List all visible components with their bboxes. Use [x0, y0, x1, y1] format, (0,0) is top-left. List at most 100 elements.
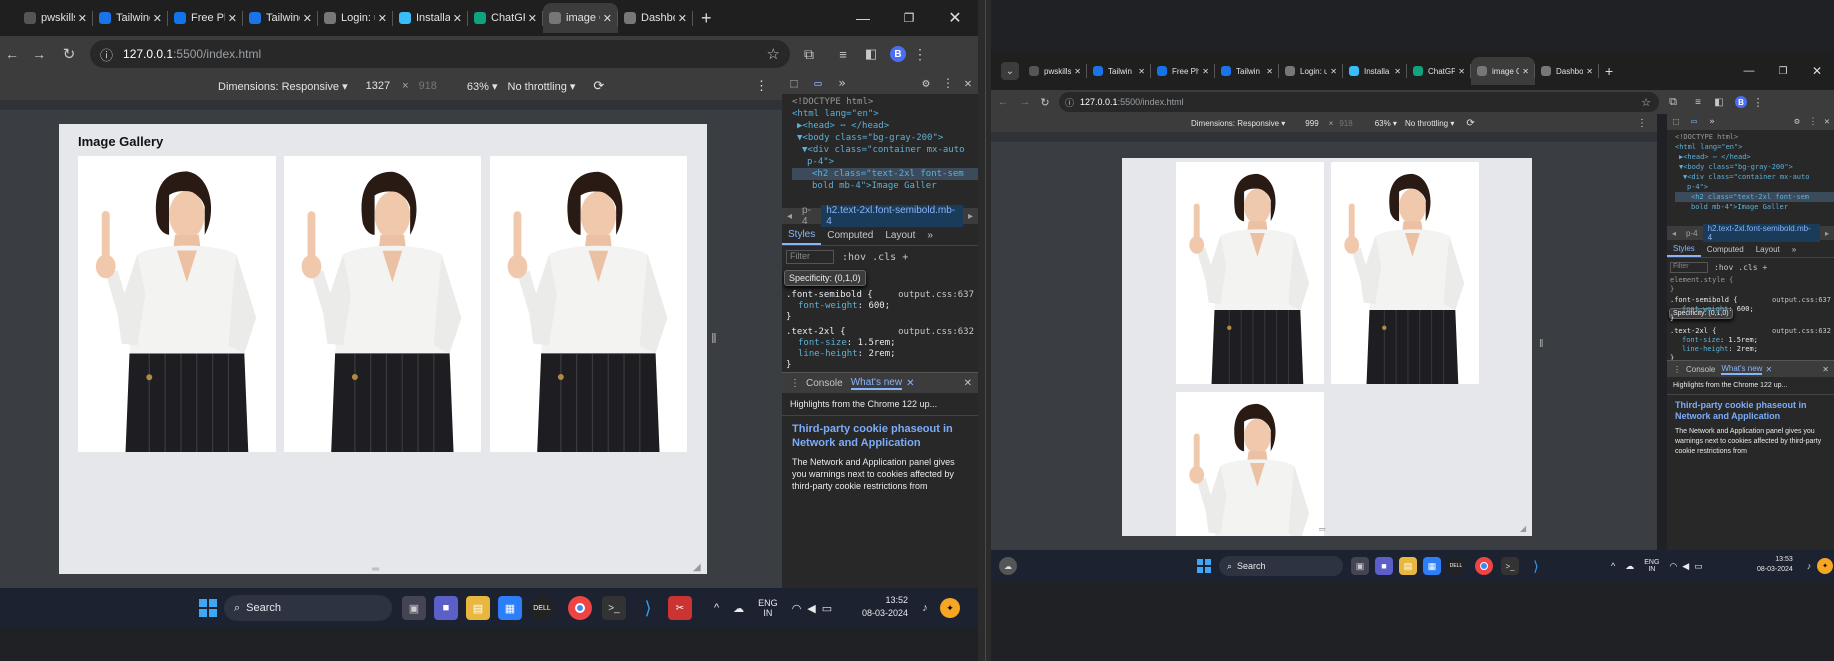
throttle-select-right[interactable]: No throttling ▾: [1405, 119, 1454, 128]
dimensions-select[interactable]: Dimensions: Responsive ▾: [218, 80, 348, 93]
corner-resize-handle[interactable]: ◢: [693, 562, 701, 573]
crumb-item[interactable]: p-4: [1681, 229, 1703, 238]
crumb-right-arrow[interactable]: ▸: [1820, 229, 1834, 238]
cls-toggle[interactable]: .cls: [872, 252, 896, 263]
new-tab-button[interactable]: +: [701, 8, 712, 29]
wifi-icon[interactable]: ◠: [792, 602, 802, 615]
terminal-icon[interactable]: >_: [602, 596, 626, 620]
file-explorer-icon-right[interactable]: ▤: [1399, 557, 1417, 575]
right-tab-1[interactable]: pwskills ✕: [1023, 57, 1087, 85]
vscode-icon-right[interactable]: ⟩: [1527, 557, 1545, 575]
crumb-item[interactable]: h2.text-2xl.font-semibold.mb-4: [821, 205, 963, 227]
dom-node[interactable]: bold mb-4">Image Galler: [792, 180, 978, 192]
drawer-close-icon[interactable]: ✕: [964, 378, 972, 389]
zoom-select-right[interactable]: 63% ▾: [1375, 119, 1397, 128]
tab-close-icon[interactable]: ✕: [78, 12, 87, 25]
device-options-icon-right[interactable]: ⋮: [1637, 118, 1647, 129]
close-window-button[interactable]: ✕: [932, 0, 978, 36]
minimize-button[interactable]: —: [840, 0, 886, 36]
dom-node[interactable]: <html lang="en">: [1675, 142, 1834, 152]
zoom-select[interactable]: 63% ▾: [467, 80, 498, 93]
right-tab-close-icon[interactable]: ✕: [1074, 67, 1081, 76]
rule-source-link[interactable]: output.css:637: [1772, 296, 1831, 305]
right-tab-close-icon[interactable]: ✕: [1266, 67, 1273, 76]
windows-start-icon[interactable]: [196, 596, 220, 620]
address-bar-right[interactable]: ⓘ 127.0.0.1:5500/index.html ☆: [1059, 92, 1659, 112]
taskbar-search-right[interactable]: ⌕ Search: [1219, 556, 1343, 576]
width-input[interactable]: 1327: [366, 80, 390, 92]
corner-resize-handle-right[interactable]: ◢: [1520, 524, 1526, 533]
filter-input-right[interactable]: Filter: [1670, 261, 1708, 273]
chrome-icon[interactable]: [568, 596, 592, 620]
crumb-left-arrow[interactable]: ◂: [1667, 229, 1681, 238]
whats-new-close-icon[interactable]: ✕: [906, 378, 914, 389]
css-property[interactable]: font-weight: [1682, 305, 1728, 313]
rotate-icon[interactable]: ⟳: [593, 78, 604, 94]
side-panel-icon-right[interactable]: ◧: [1709, 90, 1729, 114]
battery-icon-right[interactable]: ▭: [1694, 561, 1703, 572]
device-options-icon[interactable]: ⋮: [755, 78, 768, 94]
styles-tab-styles[interactable]: Styles: [1667, 242, 1701, 257]
minimize-button-right[interactable]: —: [1732, 52, 1766, 90]
tab-8[interactable]: image G✕: [543, 3, 618, 33]
cls-toggle-right[interactable]: .cls: [1738, 263, 1757, 272]
device-toggle-icon-right[interactable]: ▭: [1685, 117, 1703, 127]
styles-tab-layout[interactable]: Layout: [1750, 242, 1786, 257]
drawer-tab-whats-new[interactable]: What's new: [850, 377, 903, 390]
right-tab-close-icon[interactable]: ✕: [1586, 67, 1593, 76]
extensions-icon[interactable]: ⧉: [790, 36, 828, 72]
battery-icon[interactable]: ▭: [822, 602, 832, 615]
rule-source-link[interactable]: output.css:637: [898, 290, 974, 301]
inspect-icon[interactable]: ⬚: [782, 76, 806, 90]
file-explorer-icon[interactable]: ▤: [466, 596, 490, 620]
close-window-button-right[interactable]: ✕: [1800, 52, 1834, 90]
right-tab-9[interactable]: Dashbo ✕: [1535, 57, 1599, 85]
right-tab-close-icon[interactable]: ✕: [1138, 67, 1145, 76]
store-icon-right[interactable]: ▦: [1423, 557, 1441, 575]
restore-button-right[interactable]: ❐: [1766, 52, 1800, 90]
throttle-select[interactable]: No throttling ▾: [508, 80, 576, 93]
crumb-item[interactable]: h2.text-2xl.font-semibold.mb-4: [1702, 224, 1820, 242]
task-view-icon[interactable]: ▣: [402, 596, 426, 620]
dom-node[interactable]: bold mb-4">Image Galler: [1675, 202, 1834, 212]
dom-node[interactable]: <!DOCTYPE html>: [792, 96, 978, 108]
chrome-menu-icon[interactable]: ⋮: [906, 36, 934, 72]
taskbar-clock[interactable]: 13:52 08-03-2024: [862, 594, 908, 620]
tab-close-icon[interactable]: ✕: [528, 12, 537, 25]
store-icon[interactable]: ▦: [498, 596, 522, 620]
right-tab-2[interactable]: Tailwin ✕: [1087, 57, 1151, 85]
onedrive-icon-right[interactable]: ☁: [1625, 561, 1634, 572]
windows-start-icon-right[interactable]: [1195, 557, 1213, 575]
language-indicator-right[interactable]: ENG IN: [1644, 559, 1659, 573]
taskbar-search[interactable]: ⌕ Search: [224, 595, 392, 621]
right-resize-handle-right[interactable]: ‖: [1539, 338, 1544, 350]
crumb-right-arrow[interactable]: ▸: [963, 211, 978, 222]
profile-avatar-right[interactable]: B: [1735, 96, 1747, 108]
back-icon[interactable]: ←: [0, 36, 24, 72]
task-view-icon-right[interactable]: ▣: [1351, 557, 1369, 575]
rotate-icon-right[interactable]: ⟳: [1466, 118, 1474, 129]
css-value[interactable]: 2rem;: [868, 349, 895, 359]
vscode-icon[interactable]: ⟩: [636, 596, 660, 620]
dell-icon[interactable]: DELL: [530, 596, 554, 620]
address-bar[interactable]: ⓘ 127.0.0.1:5500/index.html ☆: [90, 40, 790, 68]
extensions-icon-right[interactable]: ⧉: [1659, 90, 1687, 114]
tab-close-icon[interactable]: ✕: [378, 12, 387, 25]
bottom-resize-handle[interactable]: ═: [372, 564, 379, 574]
tab-close-icon[interactable]: ✕: [603, 12, 612, 25]
forward-icon-right[interactable]: →: [1015, 90, 1035, 114]
height-input-right[interactable]: 918: [1339, 119, 1352, 128]
drawer-tab-whats-new-right[interactable]: What's new: [1721, 364, 1763, 375]
tab-close-icon[interactable]: ✕: [303, 12, 312, 25]
weather-icon[interactable]: ☁: [999, 557, 1017, 575]
forward-icon[interactable]: →: [24, 36, 54, 72]
wifi-icon-right[interactable]: ◠: [1669, 561, 1677, 572]
tray-chevron-icon[interactable]: ^: [714, 602, 719, 614]
copilot-icon[interactable]: ✦: [940, 598, 960, 618]
width-input-right[interactable]: 999: [1305, 119, 1318, 128]
bookmark-star-icon-right[interactable]: ☆: [1641, 96, 1651, 109]
language-indicator[interactable]: ENG IN: [758, 598, 778, 618]
styles-tab-computed[interactable]: Computed: [1701, 242, 1750, 257]
teams-icon[interactable]: ■: [434, 596, 458, 620]
whats-new-heading-right[interactable]: Third-party cookie phaseout in Network a…: [1667, 395, 1834, 422]
